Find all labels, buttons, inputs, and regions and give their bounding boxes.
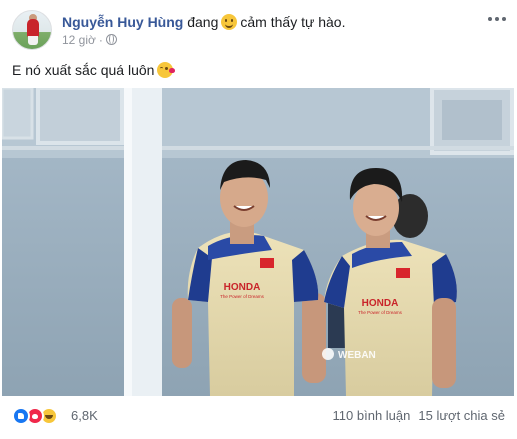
like-icon bbox=[12, 407, 30, 425]
post-meta: 12 giờ · bbox=[62, 33, 117, 47]
more-options-icon[interactable] bbox=[485, 14, 509, 24]
post-timestamp[interactable]: 12 giờ bbox=[62, 33, 96, 47]
jersey-tagline-1: The Power of Dreams bbox=[220, 294, 265, 299]
author-name-link[interactable]: Nguyễn Huy Hùng bbox=[62, 14, 183, 30]
jersey-tagline-2: The Power of Dreams bbox=[358, 310, 403, 315]
share-count-link[interactable]: 15 lượt chia sẻ bbox=[418, 408, 505, 423]
feeling-text[interactable]: cảm thấy tự hào. bbox=[240, 14, 345, 30]
post-header-line: Nguyễn Huy Hùng đang cảm thấy tự hào. bbox=[62, 13, 345, 31]
post-message-text: E nó xuất sắc quá luôn bbox=[12, 62, 155, 78]
globe-icon[interactable] bbox=[105, 34, 117, 45]
avatar-legs bbox=[28, 36, 38, 45]
comment-count-link[interactable]: 110 bình luận bbox=[333, 408, 411, 423]
meta-separator: · bbox=[98, 33, 103, 47]
photo-scene: HONDA The Power of Dreams HONDA The Powe… bbox=[2, 88, 514, 396]
jersey-sponsor-1: HONDA bbox=[224, 282, 261, 293]
reaction-count[interactable]: 6,8K bbox=[71, 408, 98, 423]
feeling-prefix: đang bbox=[187, 14, 219, 30]
post-footer: 6,8K 110 bình luận 15 lượt chia sẻ bbox=[0, 396, 517, 439]
photo-watermark: WEBAN bbox=[338, 350, 376, 361]
jersey-sponsor-2: HONDA bbox=[362, 298, 399, 309]
kiss-emoji-icon bbox=[157, 62, 176, 78]
avatar-figure bbox=[27, 19, 39, 37]
author-avatar[interactable] bbox=[12, 10, 52, 50]
post-photo[interactable]: HONDA The Power of Dreams HONDA The Powe… bbox=[2, 88, 514, 396]
smile-emoji-icon bbox=[221, 14, 238, 30]
feed-post: Nguyễn Huy Hùng đang cảm thấy tự hào. 12 … bbox=[0, 0, 517, 439]
post-message: E nó xuất sắc quá luôn bbox=[12, 60, 176, 80]
engagement-counts: 110 bình luận 15 lượt chia sẻ bbox=[333, 408, 505, 423]
